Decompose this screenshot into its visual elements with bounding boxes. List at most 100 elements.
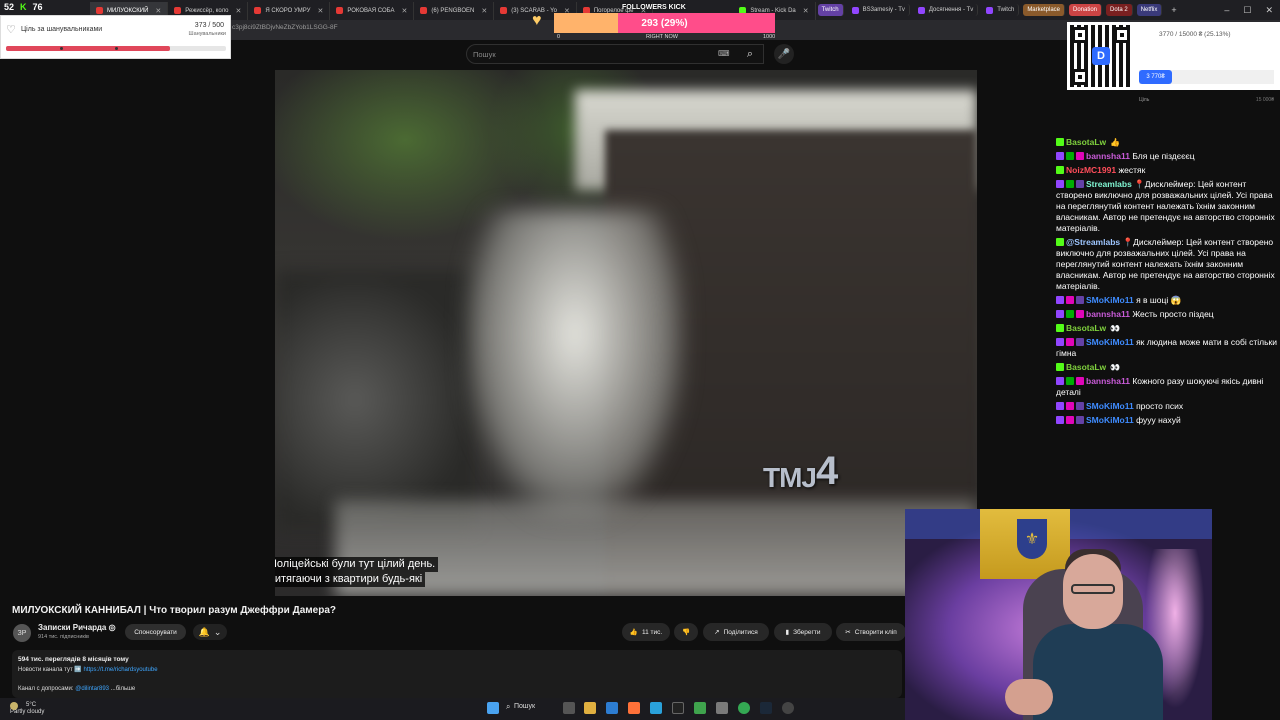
chat-message: bannsha11 Бля це піздєєєц bbox=[1056, 151, 1278, 162]
chat-username[interactable]: SMoKiMo11 bbox=[1086, 415, 1134, 425]
like-button[interactable]: 👍 11 тис. bbox=[622, 623, 670, 641]
chat-message: BasotaLw 👍 bbox=[1056, 137, 1278, 148]
voice-search-button[interactable]: 🎤 bbox=[774, 44, 794, 64]
weather-widget[interactable]: 5°C Partly cloudy bbox=[10, 702, 44, 716]
close-tab-icon[interactable]: ✕ bbox=[803, 7, 809, 15]
streamer-body bbox=[1033, 624, 1163, 720]
chrome-icon[interactable] bbox=[738, 702, 750, 714]
close-tab-icon[interactable]: ✕ bbox=[155, 7, 161, 15]
close-tab-icon[interactable]: ✕ bbox=[235, 7, 241, 15]
taskbar-search-label[interactable]: Пошук bbox=[514, 703, 535, 710]
search-input[interactable] bbox=[473, 48, 713, 60]
vip-badge-icon bbox=[1076, 377, 1084, 385]
channel-avatar[interactable]: ЗР bbox=[13, 624, 31, 642]
bookmark-6-label: Dota 2 bbox=[1110, 7, 1128, 13]
new-tab-icon[interactable]: + bbox=[1171, 5, 1176, 15]
chat-username[interactable]: bannsha11 bbox=[1086, 309, 1130, 319]
close-tab-icon[interactable]: ✕ bbox=[317, 7, 323, 15]
chat-username[interactable]: NoizMC1991 bbox=[1066, 165, 1116, 175]
bookmark-5[interactable]: Donation bbox=[1069, 4, 1103, 16]
sponsor-button[interactable]: Спонсорувати bbox=[125, 624, 186, 640]
search-button[interactable]: ⌕ bbox=[738, 44, 762, 64]
notifications-button[interactable]: 🔔 ⌄ bbox=[193, 624, 227, 640]
bookmark-2[interactable]: Досягнення - Tv bbox=[914, 4, 979, 16]
bookmark-1-label: BS3amesiy - Tv bbox=[862, 7, 905, 13]
chat-username[interactable]: @Streamlabs bbox=[1066, 237, 1120, 247]
maximize-icon[interactable]: ☐ bbox=[1243, 5, 1251, 16]
app-icon[interactable] bbox=[694, 702, 706, 714]
video-description[interactable]: 594 тис. переглядів 8 місяців тому Новос… bbox=[12, 650, 902, 698]
bookmark-3[interactable]: Twitch bbox=[982, 4, 1020, 16]
file-explorer-icon[interactable] bbox=[584, 702, 596, 714]
followers-title: FOLLOWERS KICK bbox=[622, 4, 686, 11]
search-icon: ⌕ bbox=[746, 47, 754, 60]
chat-username[interactable]: bannsha11 bbox=[1086, 376, 1130, 386]
weather-desc: Partly cloudy bbox=[10, 709, 45, 715]
steam-icon[interactable] bbox=[760, 702, 772, 714]
channel-name[interactable]: Записки Ричарда ◎ bbox=[38, 623, 116, 632]
tab-4[interactable]: (6) PENGBOEN ✕ bbox=[414, 1, 495, 20]
app-icon-3[interactable] bbox=[782, 702, 794, 714]
telegram-icon[interactable] bbox=[650, 702, 662, 714]
bookmark-1[interactable]: BS3amesiy - Tv bbox=[848, 4, 910, 16]
description-text: Новости канала тут ➡️ bbox=[18, 667, 84, 673]
chat-username[interactable]: BasotaLw bbox=[1066, 137, 1106, 147]
tab-2[interactable]: Я СКОРО УМРУ ✕ bbox=[248, 1, 331, 20]
tab-3-label: РОКОВАЯ СОБА bbox=[347, 7, 395, 14]
tab-1-label: Режиссёр, коло bbox=[185, 7, 229, 14]
chat-username[interactable]: BasotaLw bbox=[1066, 362, 1106, 372]
bookmark-7-label: Netflix bbox=[1140, 7, 1158, 13]
tmj4-number: 4 bbox=[816, 449, 838, 493]
show-more-link[interactable]: ...більше bbox=[111, 686, 136, 692]
goal-marker bbox=[60, 47, 63, 50]
telegram-link[interactable]: https://t.me/richardsyoutube bbox=[84, 667, 158, 673]
minimize-icon[interactable]: – bbox=[1224, 5, 1229, 15]
keyboard-icon[interactable]: ⌨ bbox=[718, 49, 730, 58]
counter-right: 76 bbox=[32, 2, 43, 12]
channel-link[interactable]: @dilintar893 bbox=[75, 686, 109, 692]
taskbar-search-icon[interactable]: ⌕ bbox=[506, 702, 510, 712]
mod-badge-icon bbox=[1066, 152, 1074, 160]
close-window-icon[interactable]: ✕ bbox=[1265, 5, 1273, 16]
fan-goal-widget: ♡ Ціль за шанувальниками 373 / 500 Шанув… bbox=[0, 15, 231, 59]
clip-button[interactable]: ✂ Створити кліп bbox=[836, 623, 906, 641]
search-box[interactable]: ⌨ bbox=[466, 44, 764, 64]
video-player[interactable]: TMJ 4 Поліцейські були тут цілий день. ви… bbox=[275, 70, 977, 596]
bookmark-6[interactable]: Dota 2 bbox=[1106, 4, 1133, 16]
windows-start-icon[interactable] bbox=[487, 702, 499, 714]
obs-icon[interactable] bbox=[672, 702, 684, 714]
chat-username[interactable]: SMoKiMo11 bbox=[1086, 337, 1134, 347]
edge-icon[interactable] bbox=[606, 702, 618, 714]
close-tab-icon[interactable]: ✕ bbox=[401, 7, 407, 15]
goal-label: Ціль за шанувальниками bbox=[21, 26, 103, 33]
close-tab-icon[interactable]: ✕ bbox=[481, 7, 487, 15]
tab-3[interactable]: РОКОВАЯ СОБА ✕ bbox=[330, 1, 415, 20]
twitch-badge-icon bbox=[1056, 152, 1064, 160]
chat-text: фууу нахуй bbox=[1136, 415, 1181, 425]
chat-message: @Streamlabs 📍Дисклеймер: Цей контент ств… bbox=[1056, 237, 1278, 292]
dislike-button[interactable]: 👎 bbox=[674, 623, 698, 641]
task-view-icon[interactable] bbox=[563, 702, 575, 714]
bookmark-5-label: Donation bbox=[1073, 7, 1098, 13]
chat-username[interactable]: Streamlabs bbox=[1086, 179, 1132, 189]
chat-username[interactable]: bannsha11 bbox=[1086, 151, 1130, 161]
youtube-favicon-icon bbox=[254, 7, 262, 14]
bookmark-7[interactable]: Netflix bbox=[1136, 4, 1163, 16]
video-title: МИЛУОКСКИЙ КАННИБАЛ | Что творил разум Д… bbox=[12, 605, 337, 616]
mod-badge-icon bbox=[1066, 310, 1074, 318]
save-button[interactable]: ▮ Зберегти bbox=[774, 623, 832, 641]
bookmark-4[interactable]: Marketplace bbox=[1023, 4, 1065, 16]
clip-label: Створити кліп bbox=[854, 628, 897, 636]
twitch-favicon-icon bbox=[917, 6, 925, 14]
followers-min: 0 bbox=[557, 34, 561, 40]
chat-username[interactable]: BasotaLw bbox=[1066, 323, 1106, 333]
app-icon-2[interactable] bbox=[716, 702, 728, 714]
firefox-icon[interactable] bbox=[628, 702, 640, 714]
share-button[interactable]: ↗ Поділитися bbox=[703, 623, 769, 641]
chat-username[interactable]: SMoKiMo11 bbox=[1086, 401, 1134, 411]
donation-amount-pill: 3 770₴ bbox=[1139, 70, 1172, 84]
chat-username[interactable]: SMoKiMo11 bbox=[1086, 295, 1134, 305]
address-url[interactable]: c3pj8ci9ZtBDjvNeZbZYob1LSGG-8F bbox=[232, 24, 338, 31]
bookmark-0[interactable]: Twitch bbox=[817, 4, 844, 16]
twitch-favicon-icon bbox=[986, 6, 994, 14]
